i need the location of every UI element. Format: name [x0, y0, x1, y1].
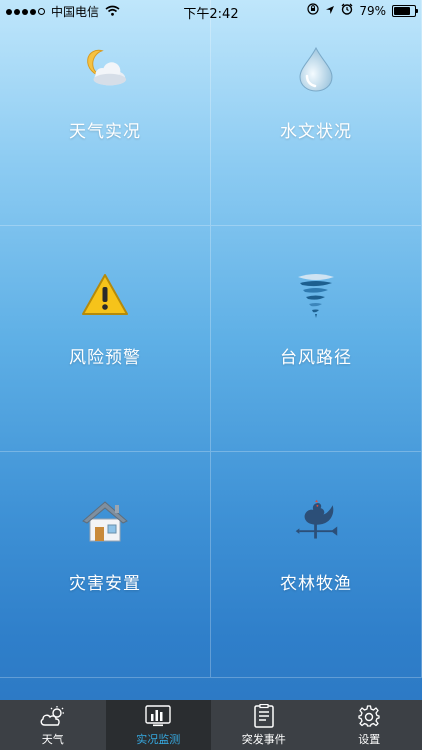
warning-triangle-icon: [81, 271, 129, 319]
tile-label: 水文状况: [280, 122, 352, 142]
tab-emergencies[interactable]: 突发事件: [211, 700, 317, 750]
weather-cloud-icon: [39, 703, 67, 729]
tile-typhoon-path[interactable]: 台风路径: [211, 226, 422, 452]
tile-weather-observation[interactable]: 天气实况: [0, 0, 211, 226]
location-arrow-icon: [325, 4, 335, 18]
tab-label: 实况监测: [136, 733, 181, 746]
feature-grid: 天气实况 水文状况 风险预警 台风路径 灾害安置 农林牧渔: [0, 0, 422, 680]
tab-weather[interactable]: 天气: [0, 700, 106, 750]
tile-label: 风险预警: [69, 348, 141, 368]
battery-percent: 79%: [359, 3, 386, 18]
orientation-lock-icon: [307, 3, 319, 18]
tile-label: 农林牧渔: [280, 574, 352, 594]
tile-label: 天气实况: [69, 122, 141, 142]
typhoon-icon: [292, 271, 340, 319]
water-drop-icon: [292, 45, 340, 93]
tab-label: 天气: [41, 733, 64, 746]
house-icon: [81, 497, 129, 545]
chart-monitor-icon: [145, 703, 171, 729]
gear-icon: [358, 703, 380, 729]
tab-settings[interactable]: 设置: [317, 700, 422, 750]
status-bar: 中国电信 下午2:42 79%: [0, 0, 422, 22]
tab-label: 突发事件: [241, 733, 286, 746]
app-screen: 天气实况 水文状况 风险预警 台风路径 灾害安置 农林牧渔 中国电信 下午2:4…: [0, 0, 422, 750]
tab-monitoring[interactable]: 实况监测: [105, 700, 211, 750]
rooster-weathervane-icon: [292, 497, 340, 545]
tile-agriculture[interactable]: 农林牧渔: [211, 452, 422, 678]
document-icon: [253, 703, 275, 729]
battery-icon: [392, 4, 418, 17]
tile-label: 灾害安置: [69, 574, 141, 594]
tile-hydrology[interactable]: 水文状况: [211, 0, 422, 226]
tile-disaster-shelter[interactable]: 灾害安置: [0, 452, 211, 678]
tile-label: 台风路径: [280, 348, 352, 368]
status-right: 79%: [307, 3, 418, 18]
moon-cloud-icon: [81, 45, 129, 93]
alarm-clock-icon: [341, 3, 353, 18]
bottom-tab-bar: 天气 实况监测 突发事件 设置: [0, 700, 422, 750]
tab-label: 设置: [358, 733, 381, 746]
tile-risk-warning[interactable]: 风险预警: [0, 226, 211, 452]
